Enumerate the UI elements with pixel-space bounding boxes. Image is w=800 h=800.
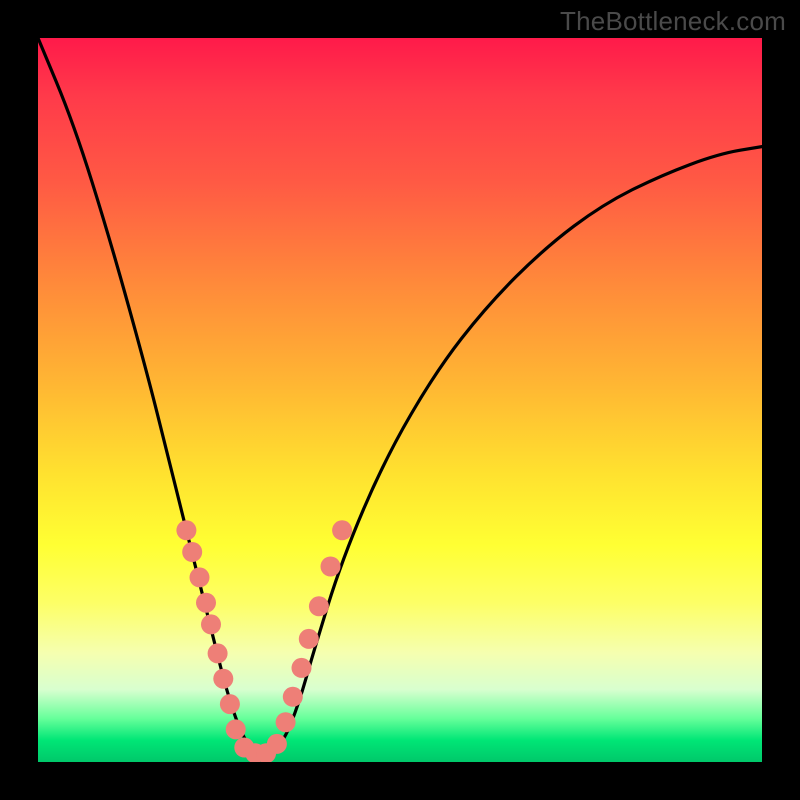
marker-dot bbox=[208, 643, 228, 663]
marker-dot bbox=[321, 557, 341, 577]
marker-dot bbox=[309, 596, 329, 616]
marker-dot bbox=[332, 520, 352, 540]
marker-dot bbox=[182, 542, 202, 562]
plot-area bbox=[38, 38, 762, 762]
marker-dot bbox=[299, 629, 319, 649]
marker-group bbox=[176, 520, 352, 762]
marker-dot bbox=[267, 734, 287, 754]
bottleneck-curve bbox=[38, 38, 762, 755]
marker-dot bbox=[276, 712, 296, 732]
marker-dot bbox=[226, 719, 246, 739]
marker-dot bbox=[201, 614, 221, 634]
marker-dot bbox=[213, 669, 233, 689]
curve-layer bbox=[38, 38, 762, 762]
marker-dot bbox=[196, 593, 216, 613]
marker-dot bbox=[283, 687, 303, 707]
marker-dot bbox=[220, 694, 240, 714]
marker-dot bbox=[176, 520, 196, 540]
watermark-text: TheBottleneck.com bbox=[560, 6, 786, 37]
marker-dot bbox=[190, 567, 210, 587]
chart-frame: TheBottleneck.com bbox=[0, 0, 800, 800]
marker-dot bbox=[292, 658, 312, 678]
